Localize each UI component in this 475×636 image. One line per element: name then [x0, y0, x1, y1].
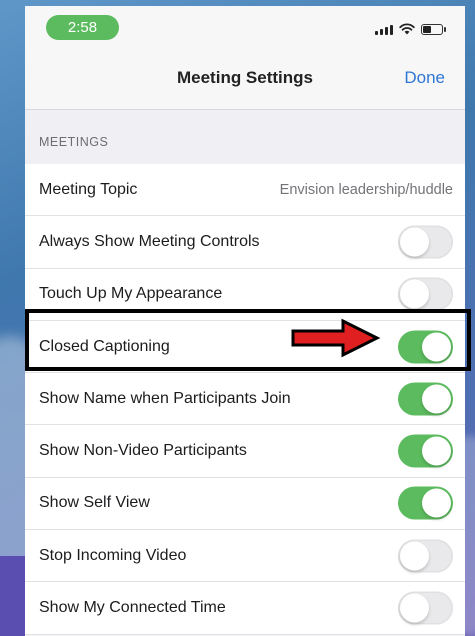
setting-row-show-name-on-join: Show Name when Participants Join: [25, 373, 465, 426]
setting-row-stop-incoming-video: Stop Incoming Video: [25, 530, 465, 583]
done-button[interactable]: Done: [404, 68, 445, 88]
signal-icon: [375, 24, 393, 35]
setting-row-show-connected-time: Show My Connected Time: [25, 582, 465, 635]
setting-label: Show Non-Video Participants: [39, 442, 247, 460]
status-bar: 2:58: [25, 6, 465, 42]
meeting-topic-value: Envision leadership/huddle: [279, 181, 453, 198]
setting-label: Meeting Topic: [39, 180, 138, 198]
status-time: 2:58: [46, 15, 119, 40]
show-name-on-join-toggle[interactable]: [398, 382, 453, 416]
wifi-icon: [399, 23, 415, 35]
navigation-bar: Meeting Settings Done: [25, 42, 465, 110]
setting-row-meeting-topic[interactable]: Meeting Topic Envision leadership/huddle: [25, 164, 465, 217]
setting-row-show-self-view: Show Self View: [25, 478, 465, 531]
stop-incoming-video-toggle[interactable]: [398, 539, 453, 573]
touch-up-appearance-toggle[interactable]: [398, 277, 453, 311]
always-show-controls-toggle[interactable]: [398, 225, 453, 259]
status-icons: [375, 22, 446, 36]
section-header-label: MEETINGS: [39, 135, 109, 149]
settings-list: Meeting Topic Envision leadership/huddle…: [25, 164, 465, 635]
setting-label: Always Show Meeting Controls: [39, 232, 260, 250]
page-title: Meeting Settings: [176, 68, 313, 87]
show-self-view-toggle[interactable]: [398, 486, 453, 520]
setting-row-show-non-video: Show Non-Video Participants: [25, 425, 465, 478]
section-header: MEETINGS: [25, 110, 465, 164]
show-non-video-toggle[interactable]: [398, 434, 453, 468]
setting-label: Stop Incoming Video: [39, 546, 187, 564]
setting-label: Show Self View: [39, 494, 150, 512]
battery-icon: [421, 23, 446, 35]
annotation-highlight-box: [25, 309, 471, 371]
show-connected-time-toggle[interactable]: [398, 591, 453, 625]
setting-row-always-show-controls: Always Show Meeting Controls: [25, 216, 465, 269]
annotation-arrow-icon: [291, 318, 381, 358]
setting-label: Show Name when Participants Join: [39, 389, 291, 407]
setting-label: Show My Connected Time: [39, 599, 226, 617]
